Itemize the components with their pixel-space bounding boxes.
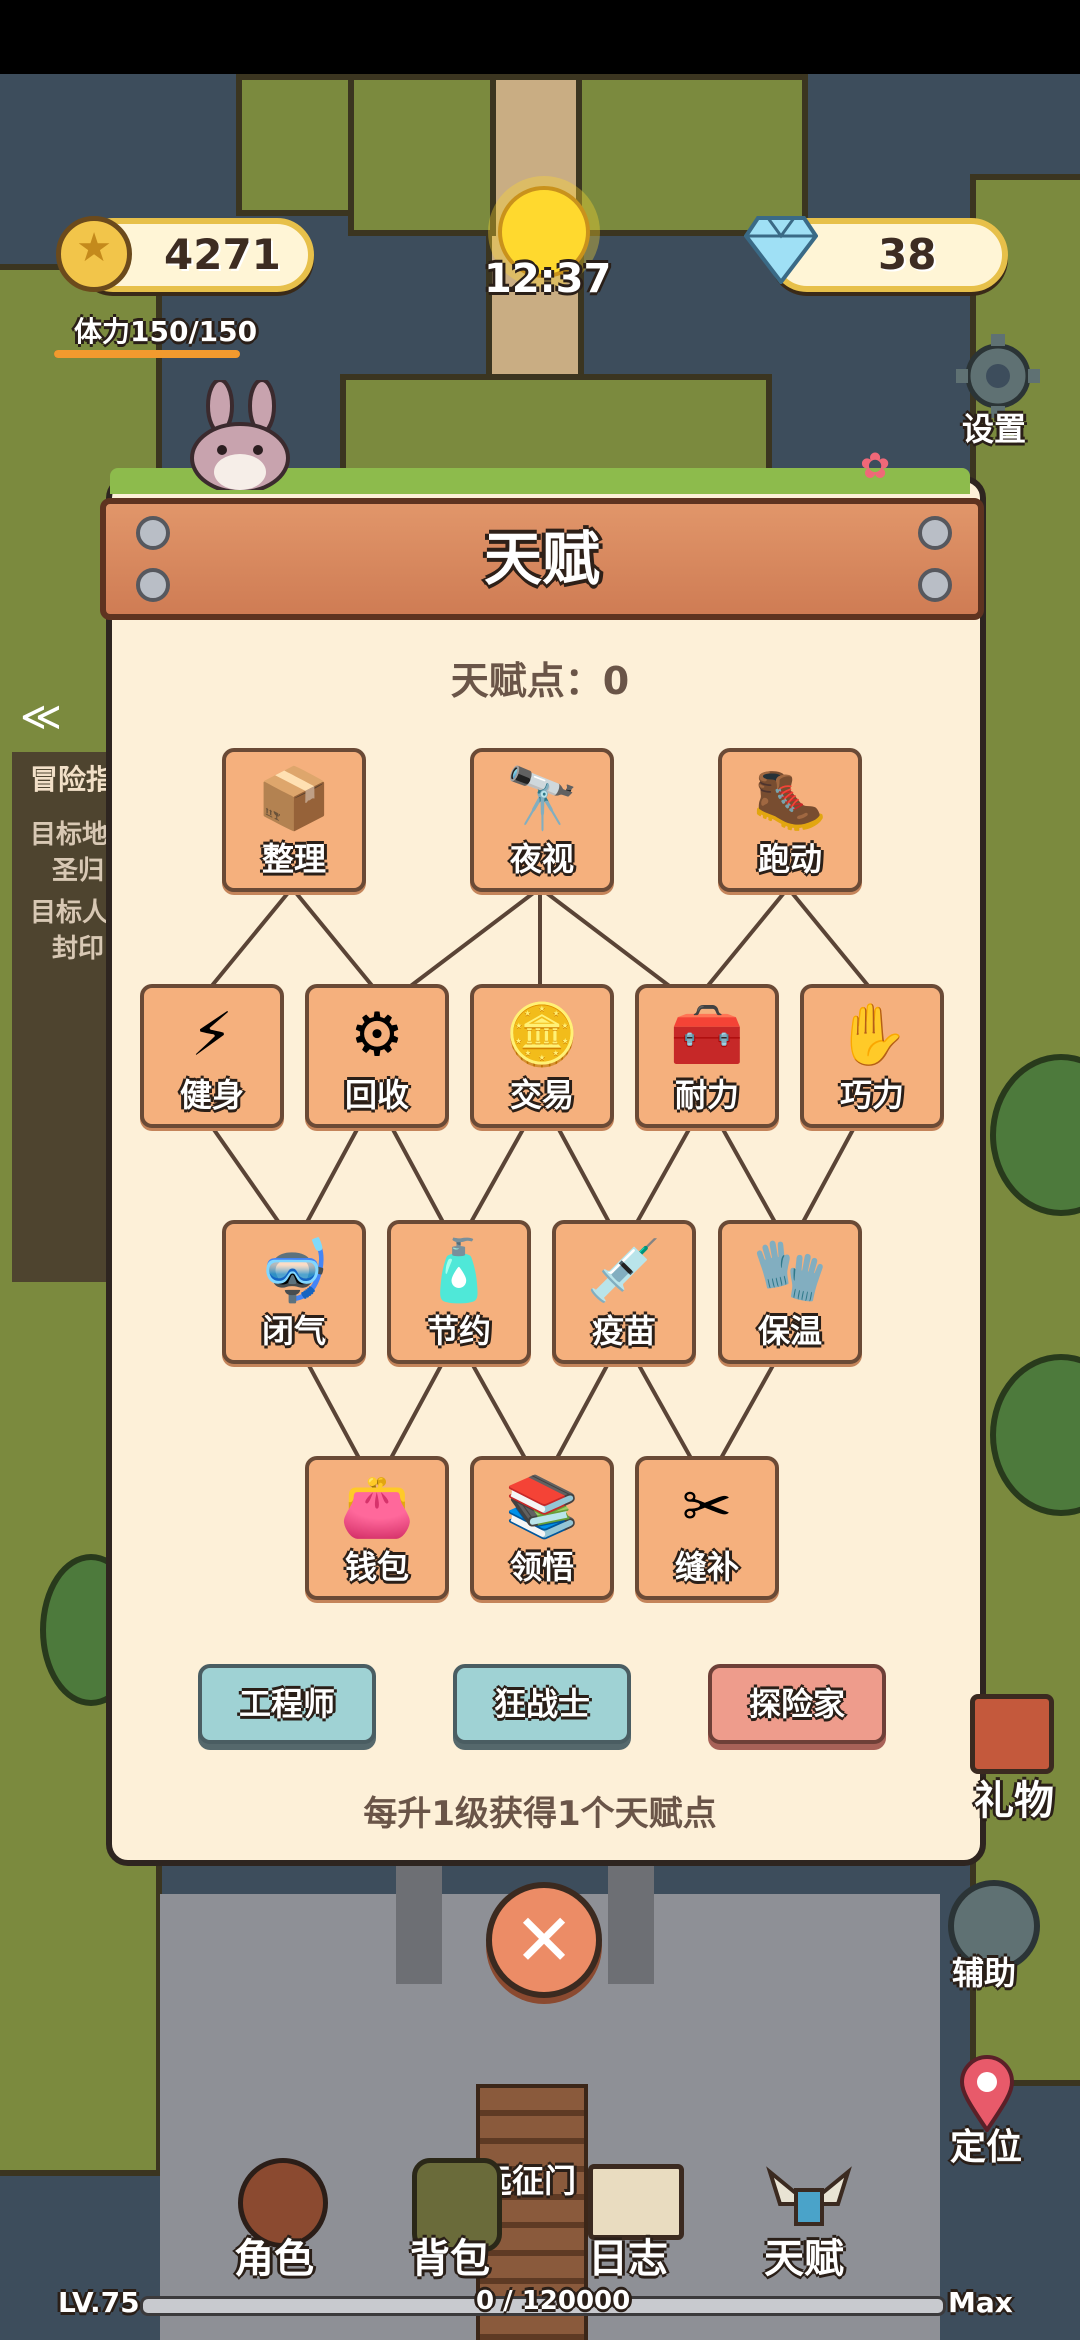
talent-baowen[interactable]: 🧤 保温 bbox=[718, 1220, 862, 1364]
assist-label[interactable]: 辅助 bbox=[952, 1948, 1016, 1994]
player-level: LV.75 bbox=[58, 2286, 140, 2319]
talent-label: 疫苗 bbox=[591, 1312, 656, 1350]
talent-qiaoli[interactable]: ✋ 巧力 bbox=[800, 984, 944, 1128]
syringe-icon: 💉 bbox=[586, 1236, 662, 1306]
scissors-icon: ✂ bbox=[681, 1472, 733, 1542]
talent-paodong[interactable]: 🥾 跑动 bbox=[718, 748, 862, 892]
tab-talent[interactable]: 天赋 bbox=[764, 2226, 844, 2284]
gloves-icon: 🧤 bbox=[752, 1236, 828, 1306]
tab-character[interactable]: 角色 bbox=[234, 2226, 314, 2284]
max-label: Max bbox=[948, 2286, 1013, 2319]
wallet-icon: 👛 bbox=[339, 1472, 415, 1542]
talent-label: 交易 bbox=[509, 1076, 574, 1114]
talent-label: 耐力 bbox=[674, 1076, 739, 1114]
xp-counter: 0 / 120000 bbox=[476, 2286, 631, 2316]
talent-naili[interactable]: 🧰 耐力 bbox=[635, 984, 779, 1128]
tab-journal[interactable]: 日志 bbox=[588, 2226, 668, 2284]
boots-icon: 🥾 bbox=[752, 764, 828, 834]
coins-icon: 🪙 bbox=[504, 1000, 580, 1070]
talent-label: 巧力 bbox=[839, 1076, 904, 1114]
oxygen-tank-icon: 🤿 bbox=[256, 1236, 332, 1306]
talent-label: 钱包 bbox=[344, 1548, 409, 1586]
talent-jianshen[interactable]: ⚡ 健身 bbox=[140, 984, 284, 1128]
talent-lingwu[interactable]: 📚 领悟 bbox=[470, 1456, 614, 1600]
tab-backpack[interactable]: 背包 bbox=[410, 2226, 490, 2284]
gear-icon: ⚙ bbox=[350, 1000, 404, 1070]
talent-jieyue[interactable]: 🧴 节约 bbox=[387, 1220, 531, 1364]
gift-icon[interactable] bbox=[970, 1694, 1054, 1774]
hand-icon: ✋ bbox=[834, 1000, 910, 1070]
talent-fengbu[interactable]: ✂ 缝补 bbox=[635, 1456, 779, 1600]
talent-label: 闭气 bbox=[261, 1312, 326, 1350]
gift-label[interactable]: 礼物 bbox=[974, 1768, 1054, 1826]
talent-biqi[interactable]: 🤿 闭气 bbox=[222, 1220, 366, 1364]
talent-yimiao[interactable]: 💉 疫苗 bbox=[552, 1220, 696, 1364]
talent-yeshi[interactable]: 🔭 夜视 bbox=[470, 748, 614, 892]
locate-label[interactable]: 定位 bbox=[950, 2118, 1022, 2170]
talent-label: 整理 bbox=[261, 840, 326, 878]
class-engineer-button[interactable]: 工程师 bbox=[198, 1664, 376, 1744]
talent-label: 夜视 bbox=[509, 840, 574, 878]
books-icon: 📚 bbox=[504, 1472, 580, 1542]
close-icon: ✕ bbox=[513, 1898, 575, 1982]
talent-hint: 每升1级获得1个天赋点 bbox=[363, 1794, 717, 1834]
lightning-icon: ⚡ bbox=[190, 1000, 234, 1070]
talent-jiaoyi[interactable]: 🪙 交易 bbox=[470, 984, 614, 1128]
first-aid-icon: 🧰 bbox=[669, 1000, 745, 1070]
class-berserker-button[interactable]: 狂战士 bbox=[453, 1664, 631, 1744]
talent-zhengli[interactable]: 📦 整理 bbox=[222, 748, 366, 892]
talent-wings-icon[interactable] bbox=[766, 2164, 852, 2230]
talent-label: 缝补 bbox=[674, 1548, 739, 1586]
close-button[interactable]: ✕ bbox=[486, 1882, 602, 1998]
binoculars-icon: 🔭 bbox=[504, 764, 580, 834]
talent-label: 领悟 bbox=[509, 1548, 574, 1586]
bottle-icon: 🧴 bbox=[421, 1236, 497, 1306]
talent-label: 回收 bbox=[344, 1076, 409, 1114]
talent-label: 节约 bbox=[426, 1312, 491, 1350]
talent-label: 跑动 bbox=[757, 840, 822, 878]
talent-label: 保温 bbox=[757, 1312, 822, 1350]
talent-qianbao[interactable]: 👛 钱包 bbox=[305, 1456, 449, 1600]
class-explorer-button[interactable]: 探险家 bbox=[708, 1664, 886, 1744]
crate-icon: 📦 bbox=[256, 764, 332, 834]
talent-huishou[interactable]: ⚙ 回收 bbox=[305, 984, 449, 1128]
talent-label: 健身 bbox=[179, 1076, 244, 1114]
